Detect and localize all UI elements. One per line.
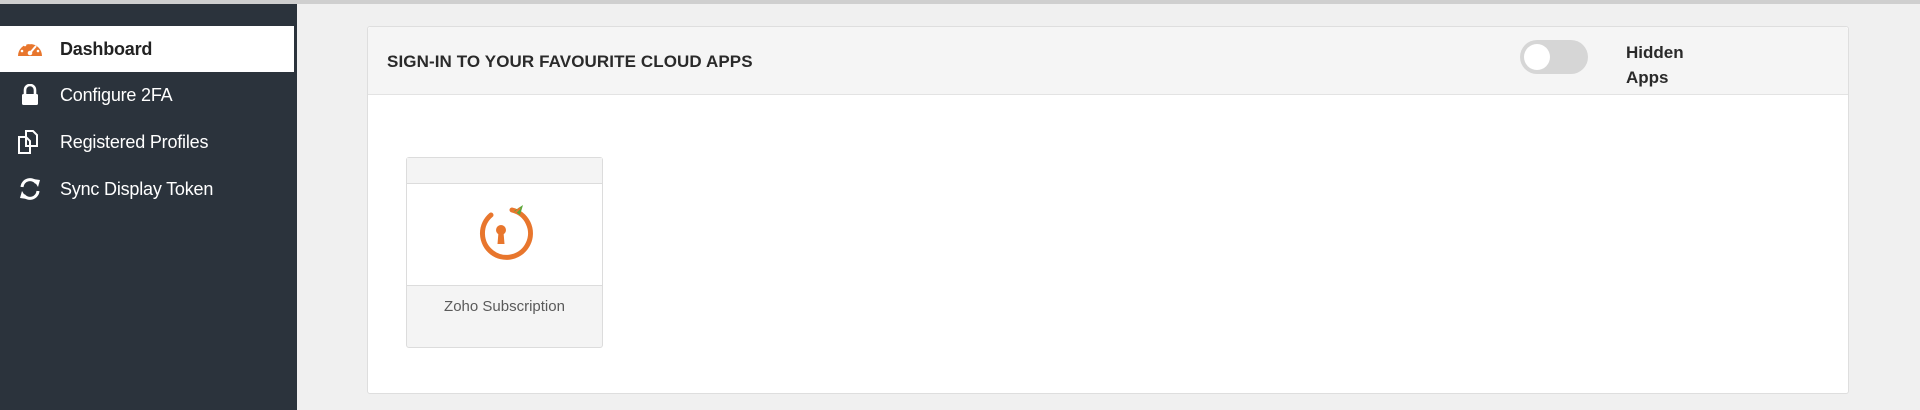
toggle-knob bbox=[1524, 44, 1550, 70]
main-content: SIGN-IN TO YOUR FAVOURITE CLOUD APPS Hid… bbox=[297, 4, 1920, 410]
cloud-apps-panel: SIGN-IN TO YOUR FAVOURITE CLOUD APPS Hid… bbox=[367, 26, 1849, 394]
sidebar-item-label: Sync Display Token bbox=[60, 178, 214, 199]
app-card-name: Zoho Subscription bbox=[444, 298, 565, 315]
sync-refresh-icon bbox=[0, 166, 60, 212]
sidebar-item-label: Configure 2FA bbox=[60, 84, 173, 105]
panel-header: SIGN-IN TO YOUR FAVOURITE CLOUD APPS Hid… bbox=[368, 27, 1848, 95]
hidden-apps-toggle[interactable] bbox=[1520, 40, 1588, 74]
app-card-logo-area bbox=[407, 184, 602, 286]
hidden-apps-label: Hidden Apps bbox=[1626, 43, 1684, 87]
lock-icon bbox=[0, 72, 60, 118]
sidebar-item-configure-2fa[interactable]: Configure 2FA bbox=[0, 72, 294, 118]
copy-documents-icon bbox=[0, 119, 60, 165]
dashboard-gauge-icon bbox=[0, 26, 60, 72]
sidebar-item-sync-display-token[interactable]: Sync Display Token bbox=[0, 166, 294, 212]
sidebar-item-registered-profiles[interactable]: Registered Profiles bbox=[0, 119, 294, 165]
sidebar-item-label: Registered Profiles bbox=[60, 131, 209, 152]
sidebar-item-label: Dashboard bbox=[60, 38, 153, 59]
panel-title: SIGN-IN TO YOUR FAVOURITE CLOUD APPS bbox=[387, 52, 753, 71]
app-card-zoho-subscription[interactable]: Zoho Subscription bbox=[406, 157, 603, 348]
app-card-header bbox=[407, 158, 602, 184]
sidebar: Dashboard Configure 2FA Registered Profi… bbox=[0, 4, 294, 410]
keyhole-logo-icon bbox=[474, 201, 536, 268]
sidebar-item-dashboard[interactable]: Dashboard bbox=[0, 26, 294, 72]
